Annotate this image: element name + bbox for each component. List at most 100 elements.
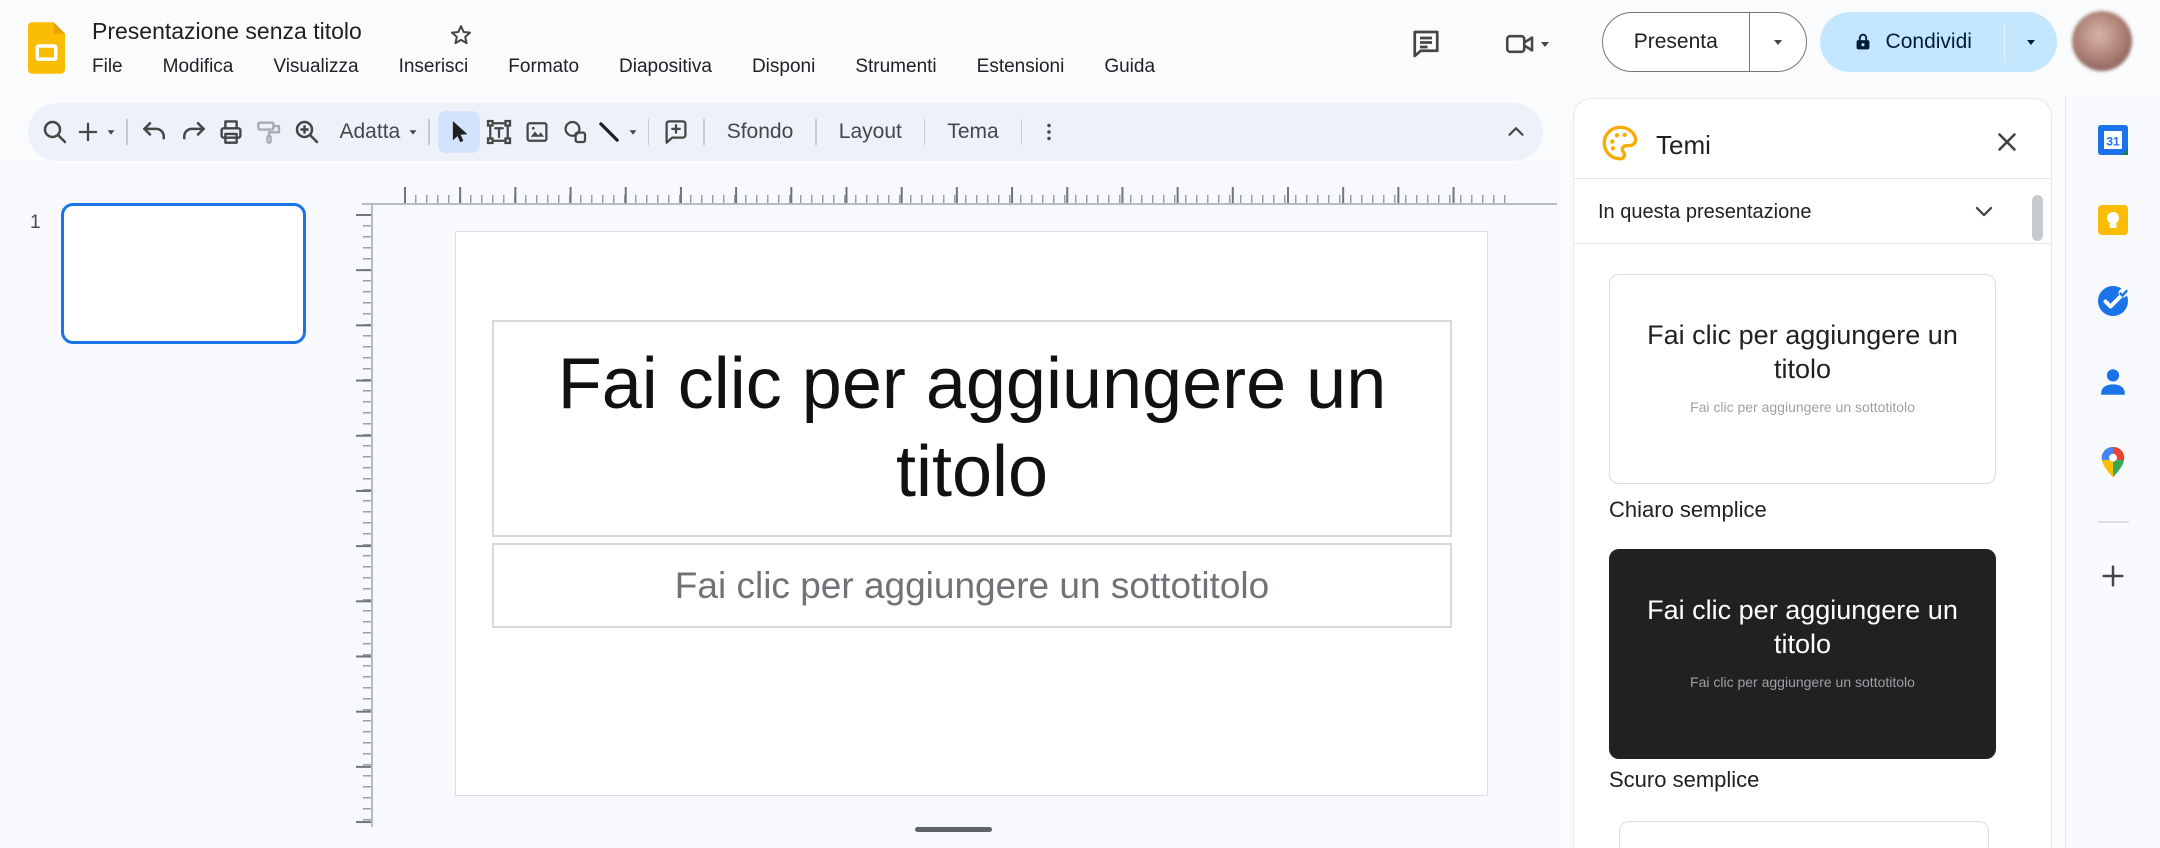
print-button[interactable] — [212, 111, 250, 153]
present-options-button[interactable] — [1750, 13, 1806, 71]
redo-button[interactable] — [174, 111, 212, 153]
theme-card-subtitle: Fai clic per aggiungere un sottotitolo — [1690, 398, 1915, 415]
zoom-fit-select[interactable]: Adatta — [326, 111, 421, 153]
horizontal-ruler — [404, 187, 1507, 204]
menu-disponi[interactable]: Disponi — [752, 56, 815, 78]
chevron-down-icon — [1975, 206, 1993, 217]
join-call-button[interactable] — [1496, 24, 1560, 64]
menu-modifica[interactable]: Modifica — [163, 56, 234, 78]
google-calendar-icon: 31 — [2098, 125, 2128, 155]
close-panel-button[interactable] — [1992, 127, 2022, 157]
panel-divider — [1574, 243, 2051, 244]
insert-image-button[interactable] — [518, 111, 556, 153]
menu-inserisci[interactable]: Inserisci — [399, 56, 469, 78]
vertical-ruler — [356, 214, 371, 827]
horizontal-ruler-line — [362, 203, 1557, 205]
subtitle-placeholder[interactable]: Fai clic per aggiungere un sottotitolo — [492, 543, 1452, 628]
theme-card-partial[interactable] — [1619, 821, 1989, 848]
title-placeholder-text: Fai clic per aggiungere un titolo — [557, 343, 1387, 512]
text-box-button[interactable] — [480, 111, 518, 153]
shapes-icon — [564, 120, 586, 144]
open-comments-button[interactable] — [1404, 22, 1448, 66]
calendar-button[interactable]: 31 — [2094, 121, 2132, 159]
chevron-down-icon — [107, 130, 115, 135]
comment-icon — [1413, 30, 1439, 58]
menu-formato[interactable]: Formato — [508, 56, 579, 78]
theme-label: Tema — [947, 120, 999, 143]
theme-button[interactable]: Tema — [933, 111, 1012, 153]
present-button-group: Presenta — [1602, 12, 1807, 72]
panel-scrollbar[interactable] — [2032, 195, 2043, 241]
maps-button[interactable] — [2094, 443, 2132, 481]
menu-estensioni[interactable]: Estensioni — [977, 56, 1065, 78]
title-placeholder[interactable]: Fai clic per aggiungere un titolo — [492, 320, 1452, 537]
zoom-in-icon — [295, 120, 318, 144]
chevron-down-icon — [629, 130, 637, 135]
subtitle-placeholder-text: Fai clic per aggiungere un sottotitolo — [674, 564, 1270, 606]
insert-line-button[interactable] — [594, 111, 640, 153]
section-collapse-button[interactable] — [1970, 197, 1998, 225]
tasks-button[interactable] — [2094, 282, 2132, 320]
background-label: Sfondo — [726, 120, 794, 143]
star-icon[interactable] — [447, 22, 475, 50]
close-icon — [1998, 133, 2016, 151]
menu-diapositiva[interactable]: Diapositiva — [619, 56, 712, 78]
toolbar-divider — [703, 119, 705, 145]
select-tool-button[interactable] — [437, 111, 480, 153]
new-slide-button[interactable] — [74, 111, 118, 153]
share-label: Condividi — [1885, 30, 1972, 53]
get-addons-button[interactable] — [2094, 557, 2132, 595]
toolbar-divider — [126, 119, 128, 145]
theme-card-title: Fai clic per aggiungere un titolo — [1647, 595, 1958, 659]
theme-card-light[interactable]: Fai clic per aggiungere un titolo Fai cl… — [1609, 274, 1996, 484]
menu-bar: File Modifica Visualizza Inserisci Forma… — [92, 56, 1155, 78]
google-maps-icon — [2101, 446, 2125, 478]
line-icon — [598, 122, 619, 142]
toolbar-divider — [923, 119, 926, 145]
zoom-fit-label: Adatta — [339, 120, 401, 143]
undo-icon — [142, 122, 165, 140]
more-tools-button[interactable] — [1030, 111, 1068, 153]
theme-card-dark[interactable]: Fai clic per aggiungere un titolo Fai cl… — [1609, 549, 1996, 759]
theme-name-dark: Scuro semplice — [1609, 767, 1760, 792]
layout-button[interactable]: Layout — [825, 111, 916, 153]
plus-icon — [2102, 565, 2124, 587]
present-button[interactable]: Presenta — [1603, 13, 1749, 71]
search-menus-button[interactable] — [36, 111, 74, 153]
menu-strumenti[interactable]: Strumenti — [855, 56, 936, 78]
paint-roller-icon — [256, 121, 280, 144]
insert-shape-button[interactable] — [556, 111, 594, 153]
slide-thumbnail[interactable] — [61, 203, 306, 344]
slides-logo-icon[interactable] — [28, 21, 65, 75]
hide-menus-button[interactable] — [1497, 111, 1535, 153]
plus-icon — [78, 122, 98, 142]
svg-text:31: 31 — [2106, 135, 2120, 149]
insert-comment-button[interactable] — [657, 111, 695, 153]
paint-format-button[interactable] — [250, 111, 288, 153]
cursor-icon — [452, 121, 467, 143]
speaker-notes-resize-handle[interactable] — [915, 827, 992, 832]
chevron-up-icon — [1508, 127, 1524, 136]
slide-canvas[interactable]: Fai clic per aggiungere un titolo Fai cl… — [455, 231, 1488, 796]
themes-panel-title: Temi — [1656, 130, 1711, 160]
share-options-button[interactable] — [2005, 12, 2057, 72]
theme-name-light: Chiaro semplice — [1609, 497, 1767, 522]
document-title[interactable]: Presentazione senza titolo — [92, 18, 362, 45]
in-this-presentation-label[interactable]: In questa presentazione — [1598, 201, 1812, 224]
account-avatar[interactable] — [2072, 11, 2132, 71]
toolbar-divider — [647, 119, 650, 145]
background-button[interactable]: Sfondo — [713, 111, 808, 153]
menu-visualizza[interactable]: Visualizza — [273, 56, 358, 78]
undo-button[interactable] — [136, 111, 174, 153]
contacts-button[interactable] — [2094, 363, 2132, 401]
zoom-button[interactable] — [288, 111, 326, 153]
keep-button[interactable] — [2094, 201, 2132, 239]
menu-file[interactable]: File — [92, 56, 123, 78]
share-button-group: Condividi — [1820, 12, 2057, 72]
themes-panel: Temi In questa presentazione Fai clic pe… — [1573, 98, 2052, 848]
google-tasks-icon — [2098, 286, 2128, 316]
share-button[interactable]: Condividi — [1820, 12, 2004, 72]
google-slides-app: Presentazione senza titolo File Modifica… — [0, 0, 2160, 848]
menu-guida[interactable]: Guida — [1104, 56, 1155, 78]
layout-label: Layout — [838, 120, 902, 143]
